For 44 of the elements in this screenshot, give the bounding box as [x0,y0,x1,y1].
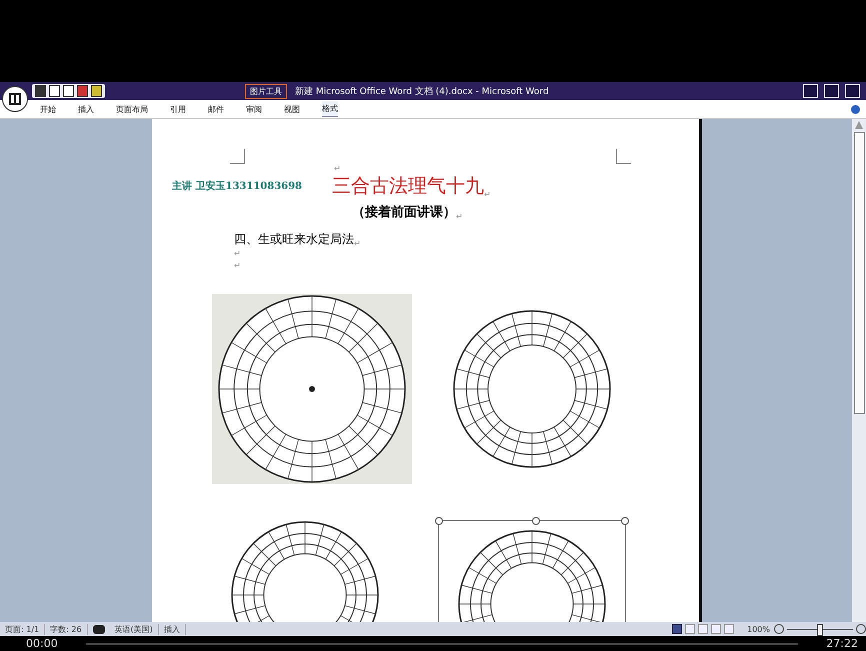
vertical-scrollbar[interactable] [852,119,866,622]
office-button[interactable] [2,86,28,112]
paragraph-mark: ↵ [456,212,463,221]
elapsed-time: 00:00 [26,637,58,650]
minimize-button[interactable] [803,84,818,98]
close-button[interactable] [845,84,860,98]
document-title: 三合古法理气十九 [332,174,484,199]
paragraph-mark: ↵ [484,190,491,199]
zoom-out-icon[interactable] [774,624,784,634]
scroll-thumb[interactable] [854,132,864,414]
ribbon-tab[interactable]: 开始 [40,102,56,116]
margin-corner-mark [616,149,631,164]
ribbon-tab[interactable]: 插入 [78,102,94,116]
paragraph-mark: ↵ [334,164,342,173]
section-heading: 四、生或旺来水定局法 [234,231,354,248]
document-subtitle: （接着前面讲课） [352,204,456,221]
language-status[interactable]: 英语(美国) [110,624,159,634]
paragraph-mark: ↵ [234,260,242,272]
resize-handle[interactable] [435,517,443,525]
ribbon-tab[interactable]: 审阅 [246,102,262,116]
zoom-level-text: 100% [747,624,770,634]
resize-handle[interactable] [621,517,629,525]
total-time: 27:22 [826,637,858,650]
window-title: 新建 Microsoft Office Word 文档 (4).docx - Microsoft Word [295,86,549,98]
view-button[interactable] [672,624,682,634]
ribbon-tab[interactable]: 视图 [284,102,300,116]
help-icon[interactable] [851,104,860,114]
ribbon-tab[interactable]: 格式 [322,101,338,117]
resize-handle[interactable] [532,517,540,525]
byline-text: 主讲 卫安玉13311083698 [172,179,304,193]
paragraph-mark: ↵ [234,248,242,260]
paragraph-mark: ↵ [354,239,361,248]
zoom-in-icon[interactable] [856,624,866,634]
ribbon-tab[interactable]: 页面布局 [116,102,148,116]
status-text: 字数: 26 [45,624,88,634]
margin-corner-mark [230,149,245,164]
ribbon-tab[interactable]: 引用 [170,102,186,116]
zoom-slider-thumb[interactable] [817,624,823,636]
restore-button[interactable] [824,84,839,98]
ribbon-tab[interactable]: 邮件 [208,102,224,116]
logo-icon [8,92,22,106]
status-text: 页面: 1/1 [0,624,46,634]
insert-mode-status[interactable]: 插入 [158,624,186,634]
context-tab-label: 图片工具 [245,84,287,98]
